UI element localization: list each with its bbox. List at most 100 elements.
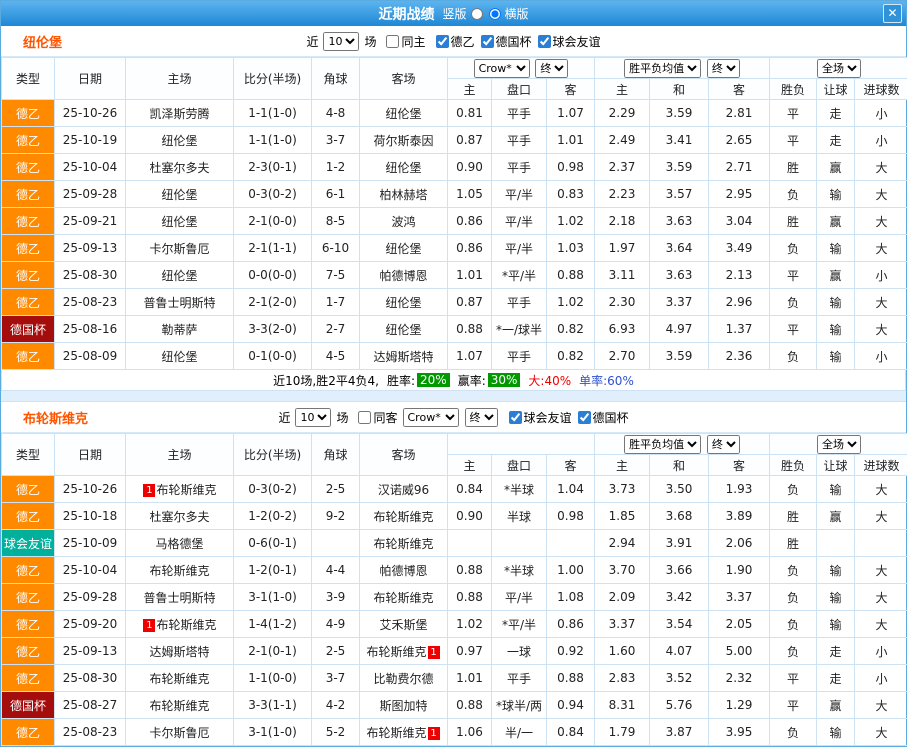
odds-average-select[interactable]: 胜平负均值 <box>624 434 702 454</box>
same-home-checkbox[interactable] <box>386 34 400 48</box>
score: 1-2(0-2) <box>233 502 312 530</box>
goals-result: 小 <box>854 637 907 665</box>
eu-home-odds: 1.60 <box>594 637 651 665</box>
asia-home-odds <box>447 529 492 557</box>
corner: 4-2 <box>311 691 360 719</box>
away-team-name: 布轮斯维克 <box>366 644 427 659</box>
match-row: 德乙 25-08-23 普鲁士明斯特 2-1(2-0) 1-7 纽伦堡 0.87 平手 1.02… <box>1 288 907 316</box>
handicap-result: 输 <box>816 288 855 316</box>
asia-away-odds: 0.83 <box>546 180 595 208</box>
final-odds-select[interactable]: 终 <box>535 58 569 78</box>
games-label: 场 <box>364 34 377 49</box>
title-bar: 近期战绩 竖版 横版 ✕ <box>1 1 906 26</box>
filter-bar: 近 10 场 同主 德乙 德国杯 球会友谊 <box>306 31 601 51</box>
away-team-name: 斯图加特 <box>379 698 428 713</box>
competition-checkbox[interactable] <box>537 34 551 48</box>
competition-filter[interactable]: 德国杯 <box>475 33 532 50</box>
eu-away-odds: 2.32 <box>708 664 771 692</box>
bookmaker-select[interactable]: Crow* <box>473 58 530 78</box>
eu-home-odds: 2.18 <box>594 207 650 235</box>
header-row-top: 类型 日期 主场 比分(半场) 角球 客场 胜平负均值 终 全场 <box>1 433 907 476</box>
eu-home-odds: 3.73 <box>594 475 651 503</box>
home-team: 纽伦堡 <box>125 261 234 289</box>
final-odds-select[interactable]: 终 <box>706 434 740 454</box>
col-asia-home: 主 <box>447 454 492 476</box>
recent-count-select[interactable]: 10 <box>295 407 332 427</box>
home-team-name: 布轮斯维克 <box>149 563 210 578</box>
match-scope-select[interactable]: 全场 <box>817 58 862 78</box>
asia-home-odds: 0.88 <box>447 583 492 611</box>
same-away-filter[interactable]: 同客 <box>352 409 398 426</box>
match-type: 德国杯 <box>1 315 55 343</box>
final-odds-select[interactable]: 终 <box>706 58 740 78</box>
away-team: 荷尔斯泰因 <box>359 126 448 154</box>
handicap-result: 输 <box>816 556 856 584</box>
away-team: 纽伦堡 <box>359 234 448 262</box>
away-team-name: 波鸿 <box>391 214 416 229</box>
corner <box>311 529 360 557</box>
eu-away-odds: 3.95 <box>708 718 771 746</box>
match-row: 德乙 25-09-13 达姆斯塔特 2-1(0-1) 2-5 布轮斯维克 1 0.97 一球 0.… <box>1 637 907 665</box>
handicap-result: 赢 <box>816 153 855 181</box>
eu-away-odds: 2.65 <box>708 126 770 154</box>
competition-checkbox[interactable] <box>435 34 449 48</box>
handicap-result: 输 <box>816 583 856 611</box>
handicap: 平手 <box>491 153 547 181</box>
eu-home-odds: 2.70 <box>594 342 650 370</box>
goals-result: 大 <box>854 610 907 638</box>
handicap-result: 赢 <box>816 502 856 530</box>
asia-home-odds: 1.06 <box>447 718 492 746</box>
same-home-filter[interactable]: 同主 <box>380 33 426 50</box>
col-asia-away: 客 <box>545 454 596 476</box>
score: 3-3(2-0) <box>233 315 312 343</box>
handicap: 平/半 <box>491 234 547 262</box>
asia-away-odds: 1.08 <box>545 583 596 611</box>
match-scope-select[interactable]: 全场 <box>817 434 862 454</box>
same-away-checkbox[interactable] <box>358 410 372 424</box>
same-home-label: 同主 <box>401 34 426 49</box>
handicap: 平/半 <box>491 207 547 235</box>
match-type: 德乙 <box>1 234 55 262</box>
final-odds-select[interactable]: 终 <box>464 407 498 427</box>
vertical-layout-radio[interactable] <box>470 7 483 20</box>
eu-away-odds: 2.06 <box>708 529 771 557</box>
col-score: 比分(半场) <box>233 57 312 100</box>
asia-away-odds: 0.88 <box>545 664 596 692</box>
match-type: 德乙 <box>1 583 55 611</box>
asia-away-odds: 0.82 <box>546 342 595 370</box>
matches-table: 类型 日期 主场 比分(半场) 角球 客场 胜平负均值 终 全场 主 盘口 客 … <box>1 433 907 746</box>
odds-average-select[interactable]: 胜平负均值 <box>624 58 702 78</box>
eu-away-odds: 2.13 <box>708 261 770 289</box>
corner: 2-5 <box>311 475 360 503</box>
away-team-name: 艾禾斯堡 <box>379 617 428 632</box>
goals-result: 大 <box>854 691 907 719</box>
competition-filter[interactable]: 球会友谊 <box>503 409 572 426</box>
away-team: 达姆斯塔特 <box>359 342 448 370</box>
eu-draw-odds: 3.52 <box>649 664 710 692</box>
same-away-label: 同客 <box>373 410 398 425</box>
corner: 1-2 <box>311 153 360 181</box>
home-team: 达姆斯塔特 <box>125 637 234 665</box>
competition-checkbox[interactable] <box>480 34 494 48</box>
away-team-name: 帕德博恩 <box>379 268 428 283</box>
col-goals: 进球数 <box>853 78 907 100</box>
close-button[interactable]: ✕ <box>883 4 902 23</box>
recent-count-select[interactable]: 10 <box>323 31 360 51</box>
competition-filter[interactable]: 德国杯 <box>572 409 629 426</box>
handicap: 平手 <box>491 126 547 154</box>
score: 2-1(0-0) <box>233 207 312 235</box>
bookmaker-select[interactable]: Crow* <box>402 407 459 427</box>
match-type: 德乙 <box>1 502 55 530</box>
asia-home-odds: 0.88 <box>447 556 492 584</box>
competition-checkbox[interactable] <box>508 410 522 424</box>
match-date: 25-08-30 <box>54 261 126 289</box>
asia-away-odds: 1.02 <box>546 288 595 316</box>
away-team: 纽伦堡 <box>359 153 448 181</box>
competition-filter[interactable]: 球会友谊 <box>532 33 601 50</box>
competition-checkbox[interactable] <box>577 410 591 424</box>
home-team-name: 马格德堡 <box>155 536 204 551</box>
col-eu-home: 主 <box>594 454 651 476</box>
horizontal-layout-radio[interactable] <box>488 7 501 20</box>
competition-filter[interactable]: 德乙 <box>430 33 475 50</box>
away-team-name: 纽伦堡 <box>385 295 422 310</box>
